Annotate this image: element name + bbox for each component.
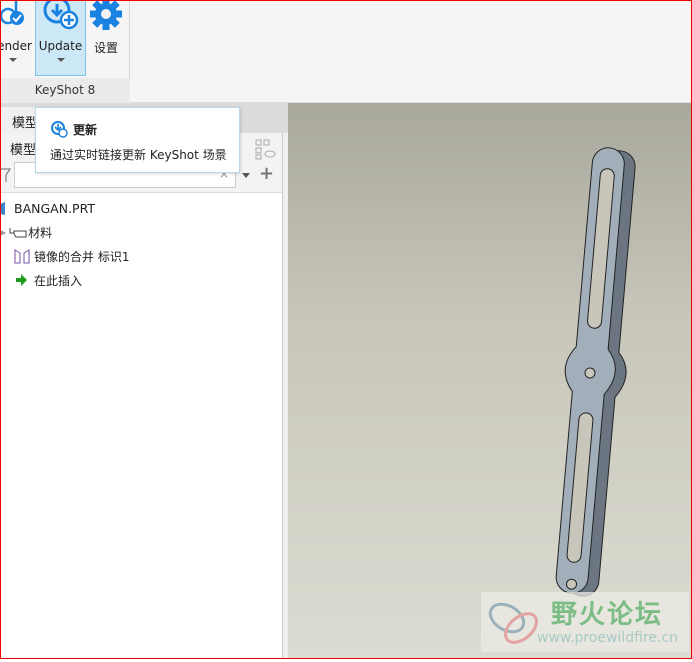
tooltip-description: 通过实时链接更新 KeyShot 场景: [50, 148, 227, 162]
model-tree-pane: 模型树 模型树 × + BANGAN.PRT ▶ 材料 镜像的合并 标识1 在此…: [0, 103, 288, 659]
add-icon[interactable]: +: [259, 163, 274, 184]
tree-node-material[interactable]: ▶ 材料: [0, 222, 52, 242]
render-icon: [0, 0, 24, 25]
watermark-logo-icon: [488, 602, 538, 644]
material-tag-icon: [9, 228, 27, 238]
settings-button[interactable]: 设置: [88, 0, 124, 76]
keyshot-group: Render Update 设置 KeyShot 8: [0, 0, 130, 103]
part-model: [555, 147, 636, 597]
watermark-title: 野火论坛: [551, 600, 664, 630]
gear-icon: [90, 0, 122, 30]
ribbon: Render Update 设置 KeyShot 8: [0, 0, 692, 103]
part-icon: [0, 202, 5, 215]
render-button[interactable]: Render: [0, 0, 32, 76]
chevron-down-icon: [9, 58, 17, 62]
expand-arrow-icon[interactable]: ▶: [0, 228, 6, 237]
tree-node-label: 材料: [28, 225, 53, 240]
graphics-viewport[interactable]: [288, 103, 692, 659]
update-icon: [51, 121, 68, 138]
group-label: KeyShot 8: [0, 78, 130, 103]
tooltip-title: 更新: [73, 123, 98, 137]
model-tree-panel: 模型树 × + BANGAN.PRT ▶ 材料 镜像的合并 标识1 在此插入: [0, 133, 283, 659]
tree-node-label: BANGAN.PRT: [14, 200, 95, 216]
mirror-merge-icon: [14, 249, 30, 264]
tree-node-label: 镜像的合并 标识1: [34, 249, 130, 264]
show-hide-icon[interactable]: [254, 138, 276, 160]
dropdown-caret-icon[interactable]: [242, 173, 250, 178]
tree-node-part[interactable]: BANGAN.PRT: [0, 198, 95, 218]
insert-here-arrow-icon: [16, 274, 27, 286]
update-icon: [43, 0, 79, 30]
render-label: Render: [0, 39, 32, 53]
tree-node-insert-here[interactable]: 在此插入: [15, 270, 82, 290]
update-tooltip: 更新 通过实时链接更新 KeyShot 场景: [35, 107, 240, 173]
filter-icon[interactable]: [0, 167, 12, 183]
settings-label: 设置: [93, 41, 118, 55]
tree-node-label: 在此插入: [34, 273, 83, 288]
watermark: 野火论坛 www.proewildfire.cn: [481, 592, 689, 652]
update-label: Update: [38, 39, 83, 53]
watermark-url: www.proewildfire.cn: [537, 630, 679, 646]
tree-node-mirror[interactable]: 镜像的合并 标识1: [13, 246, 129, 266]
chevron-down-icon: [56, 58, 65, 62]
update-button[interactable]: Update: [35, 0, 86, 76]
